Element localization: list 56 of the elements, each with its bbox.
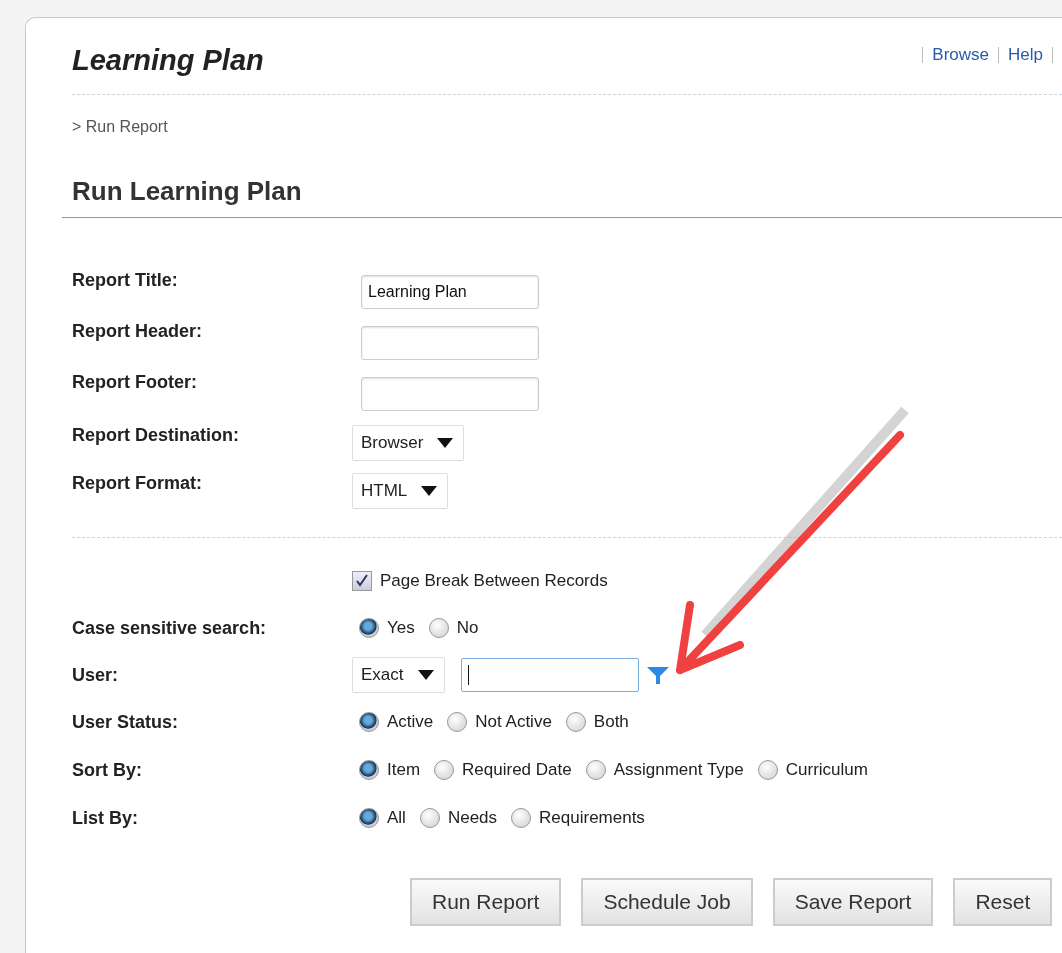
field-label: Sort By: (72, 759, 143, 781)
field-label: Report Destination: (72, 424, 240, 446)
radio-label: Requirements (539, 808, 645, 828)
radio-button[interactable] (757, 760, 778, 780)
radio-label: Yes (387, 618, 415, 638)
text-field[interactable] (361, 376, 539, 411)
radio-button[interactable] (359, 760, 379, 780)
field-label: Report Header: (72, 320, 204, 342)
radio-button[interactable] (359, 808, 379, 828)
radio-button[interactable] (419, 808, 440, 828)
text-field[interactable] (361, 325, 539, 360)
field-label: Report Format: (72, 472, 203, 494)
action-button[interactable]: Save Report (772, 878, 934, 926)
filter-icon[interactable] (646, 665, 669, 685)
user-field[interactable] (460, 658, 639, 692)
action-button[interactable]: Reset (953, 878, 1053, 926)
field-label: Report Footer: (72, 371, 198, 393)
breadcrumb: > Run Report (72, 118, 169, 136)
caret-icon (437, 438, 454, 448)
section-heading: Run Learning Plan (62, 176, 1062, 218)
radio-label: Active (387, 712, 434, 732)
radio-label: Required Date (462, 760, 572, 780)
radio-button[interactable] (428, 618, 449, 638)
radio-label: Not Active (475, 712, 552, 732)
field-label: List By: (72, 807, 139, 829)
action-button[interactable]: Run Report (410, 878, 562, 926)
page-title: Learning Plan (72, 43, 264, 77)
dropdown[interactable]: HTML (352, 473, 449, 509)
radio-label: Both (593, 712, 629, 732)
field-label: User Status: (72, 711, 180, 733)
radio-button[interactable] (585, 760, 606, 780)
radio-label: Needs (447, 808, 498, 828)
action-button[interactable]: Schedule Job (581, 878, 753, 926)
caret-icon (417, 670, 434, 680)
radio-label: No (456, 618, 479, 638)
match-dropdown[interactable]: Exact (352, 657, 445, 693)
radio-button[interactable] (565, 712, 586, 732)
radio-label: Item (387, 760, 421, 780)
checkbox-label: Page Break Between Records (380, 571, 608, 591)
radio-button[interactable] (359, 618, 379, 638)
checkbox[interactable] (352, 571, 372, 591)
nav-link[interactable]: Browse (932, 45, 990, 65)
radio-label: Assignment Type (613, 760, 744, 780)
radio-label: Curriculum (785, 760, 868, 780)
radio-button[interactable] (511, 808, 532, 828)
radio-button[interactable] (359, 712, 379, 732)
dropdown[interactable]: Browser (352, 425, 465, 461)
text-field[interactable]: Learning Plan (361, 274, 539, 309)
radio-button[interactable] (447, 712, 468, 732)
radio-button[interactable] (434, 760, 455, 780)
caret-icon (421, 486, 438, 496)
field-label: Case sensitive search: (72, 617, 268, 639)
field-label: Report Title: (72, 269, 179, 291)
radio-label: All (387, 808, 406, 828)
field-label: User: (72, 664, 120, 686)
nav-link[interactable]: Help (1008, 45, 1043, 65)
